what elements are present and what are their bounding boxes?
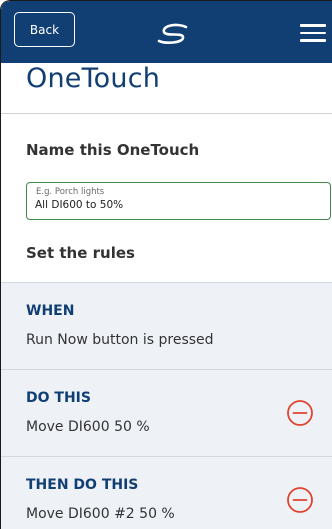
name-section-heading: Name this OneTouch xyxy=(26,141,200,159)
rule-description: Move DI600 50 % xyxy=(26,419,150,435)
rule-then-do-this[interactable]: THEN DO THIS Move DI600 #2 50 % xyxy=(1,456,332,529)
rule-do-this[interactable]: DO THIS Move DI600 50 % xyxy=(1,369,332,456)
rule-label: WHEN xyxy=(26,303,75,319)
top-bar: Back xyxy=(1,1,332,63)
remove-minus-icon[interactable] xyxy=(286,486,314,514)
onetouch-name-input[interactable] xyxy=(35,199,305,211)
brand-logo-icon xyxy=(157,23,188,44)
rule-description: Move DI600 #2 50 % xyxy=(26,506,175,522)
rule-label: THEN DO THIS xyxy=(26,477,139,493)
onetouch-name-field[interactable]: E.g. Porch lights xyxy=(26,182,331,220)
rules-panel: WHEN Run Now button is pressed DO THIS M… xyxy=(1,282,332,529)
page-title: OneTouch xyxy=(26,63,161,94)
back-button[interactable]: Back xyxy=(14,12,75,47)
app-screen: Back OneTouch Name this OneTouch E.g. Po… xyxy=(0,0,332,529)
rule-when[interactable]: WHEN Run Now button is pressed xyxy=(1,282,332,369)
hamburger-menu-icon[interactable] xyxy=(300,24,326,42)
rule-description: Run Now button is pressed xyxy=(26,332,214,348)
name-field-placeholder: E.g. Porch lights xyxy=(36,187,105,197)
header-divider xyxy=(1,113,332,114)
remove-minus-icon[interactable] xyxy=(286,399,314,427)
rule-label: DO THIS xyxy=(26,390,91,406)
rules-section-heading: Set the rules xyxy=(26,244,135,262)
